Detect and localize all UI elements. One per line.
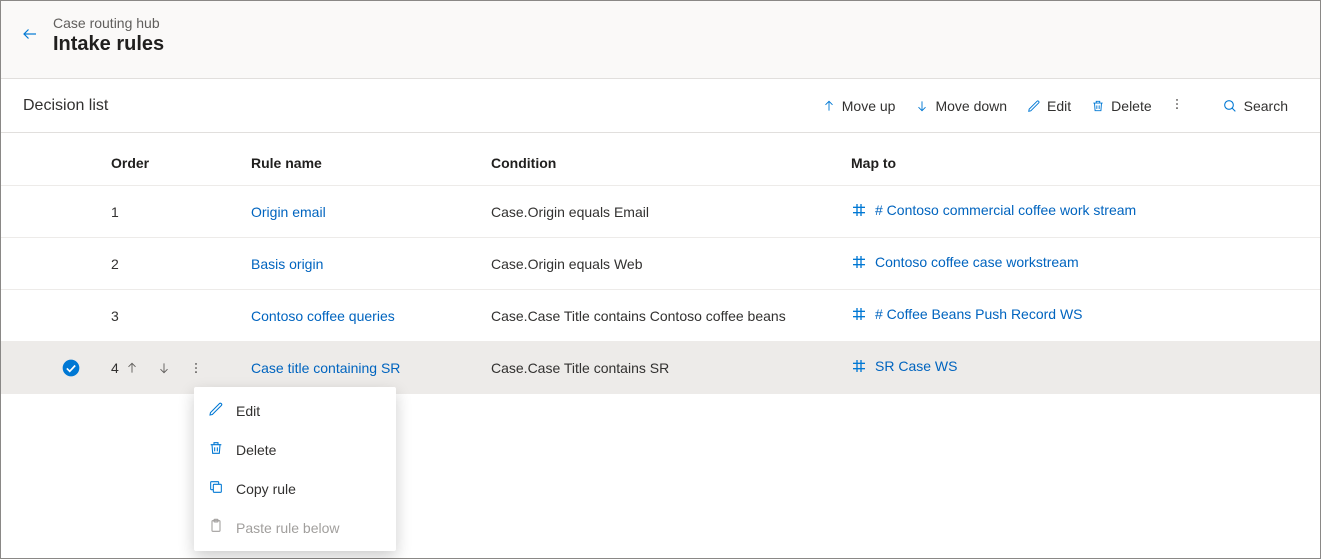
back-arrow-icon[interactable]	[21, 25, 39, 46]
trash-icon	[1091, 99, 1105, 113]
row-context-menu: Edit Delete Copy rule Paste rule below	[194, 387, 396, 551]
cell-condition: Case.Origin equals Email	[491, 204, 851, 220]
edit-button[interactable]: Edit	[1017, 92, 1081, 120]
menu-copy-label: Copy rule	[236, 481, 296, 497]
col-condition[interactable]: Condition	[491, 155, 851, 171]
rule-name-link[interactable]: Origin email	[251, 204, 326, 220]
col-order[interactable]: Order	[111, 155, 251, 171]
rule-name-link[interactable]: Contoso coffee queries	[251, 308, 395, 324]
workstream-icon	[851, 306, 867, 322]
menu-delete-label: Delete	[236, 442, 276, 458]
map-to-label: SR Case WS	[875, 358, 957, 374]
page-title: Intake rules	[53, 33, 164, 56]
more-commands-button[interactable]	[1162, 91, 1192, 120]
copy-icon	[208, 479, 224, 498]
arrow-down-icon	[915, 99, 929, 113]
map-to-link[interactable]: Contoso coffee case workstream	[851, 254, 1079, 270]
menu-paste-label: Paste rule below	[236, 520, 340, 536]
map-to-link[interactable]: # Contoso commercial coffee work stream	[851, 202, 1136, 218]
menu-edit-label: Edit	[236, 403, 260, 419]
map-to-label: # Coffee Beans Push Record WS	[875, 306, 1083, 322]
cell-order: 3	[111, 308, 251, 324]
menu-edit[interactable]: Edit	[194, 391, 396, 430]
map-to-label: Contoso coffee case workstream	[875, 254, 1079, 270]
cell-order: 1	[111, 204, 251, 220]
col-rule-name[interactable]: Rule name	[251, 155, 491, 171]
breadcrumb[interactable]: Case routing hub	[53, 15, 164, 31]
cell-condition: Case.Case Title contains Contoso coffee …	[491, 308, 851, 324]
command-bar: Decision list Move up Move down Edit Del…	[1, 79, 1320, 133]
cell-condition: Case.Origin equals Web	[491, 256, 851, 272]
section-title: Decision list	[23, 97, 108, 115]
more-vertical-icon	[189, 361, 203, 375]
search-label: Search	[1244, 98, 1288, 114]
search-button[interactable]: Search	[1212, 92, 1298, 120]
table-header-row: Order Rule name Condition Map to	[1, 133, 1320, 186]
menu-copy-rule[interactable]: Copy rule	[194, 469, 396, 508]
table-row[interactable]: 3Contoso coffee queries Case.Case Title c…	[1, 290, 1320, 342]
arrow-up-icon	[125, 361, 139, 375]
move-up-label: Move up	[842, 98, 896, 114]
map-to-link[interactable]: # Coffee Beans Push Record WS	[851, 306, 1083, 322]
workstream-icon	[851, 202, 867, 218]
row-selected-check-icon[interactable]	[61, 358, 81, 378]
rule-name-link[interactable]: Case title containing SR	[251, 360, 400, 376]
pencil-icon	[1027, 99, 1041, 113]
search-icon	[1222, 98, 1238, 114]
arrow-down-icon	[157, 361, 171, 375]
menu-paste-rule-below: Paste rule below	[194, 508, 396, 547]
pencil-icon	[208, 401, 224, 420]
map-to-link[interactable]: SR Case WS	[851, 358, 957, 374]
rule-name-link[interactable]: Basis origin	[251, 256, 323, 272]
row-more-button[interactable]	[183, 355, 209, 381]
table-row[interactable]: 2Basis origin Case.Origin equals Web Conto…	[1, 238, 1320, 290]
col-map-to[interactable]: Map to	[851, 155, 1311, 171]
decision-table: Order Rule name Condition Map to 1Origin…	[1, 133, 1320, 394]
edit-label: Edit	[1047, 98, 1071, 114]
arrow-up-icon	[822, 99, 836, 113]
move-up-button[interactable]: Move up	[812, 92, 906, 120]
trash-icon	[208, 440, 224, 459]
more-vertical-icon	[1170, 97, 1184, 111]
workstream-icon	[851, 358, 867, 374]
paste-icon	[208, 518, 224, 537]
workstream-icon	[851, 254, 867, 270]
cell-condition: Case.Case Title contains SR	[491, 360, 851, 376]
row-move-down-button[interactable]	[151, 355, 177, 381]
move-down-label: Move down	[935, 98, 1007, 114]
delete-label: Delete	[1111, 98, 1151, 114]
delete-button[interactable]: Delete	[1081, 92, 1161, 120]
row-move-up-button[interactable]	[119, 355, 145, 381]
map-to-label: # Contoso commercial coffee work stream	[875, 202, 1136, 218]
move-down-button[interactable]: Move down	[905, 92, 1017, 120]
menu-delete[interactable]: Delete	[194, 430, 396, 469]
table-row[interactable]: 1Origin email Case.Origin equals Email # C…	[1, 186, 1320, 238]
cell-order: 2	[111, 256, 251, 272]
page-header: Case routing hub Intake rules	[1, 1, 1320, 79]
